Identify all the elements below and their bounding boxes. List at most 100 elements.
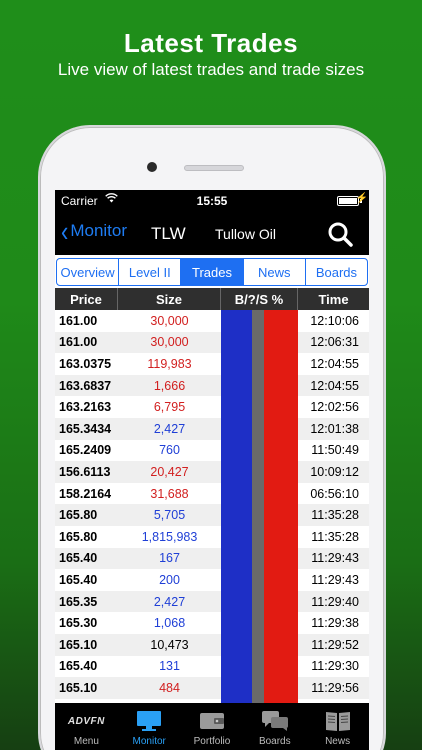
table-row[interactable]: 165.40 167 11:29:43	[55, 547, 369, 570]
table-row[interactable]: 165.10 10,473 11:29:52	[55, 633, 369, 656]
trades-table: 161.00 30,000 12:10:06 161.00 30,000 12:06:31…	[55, 310, 369, 705]
time-cell: 11:35:28	[311, 529, 359, 544]
size-cell: 1,666	[153, 378, 186, 393]
tabbar-news[interactable]: News	[306, 703, 369, 750]
price-cell: 163.6837	[59, 378, 112, 393]
newspaper-icon	[325, 712, 350, 731]
bottom-tab-bar: ADVFN Menu Monitor Portfolio Boards News	[55, 703, 369, 750]
promo-subtitle: Live view of latest trades and trade siz…	[57, 60, 365, 79]
size-cell: 31,688	[150, 486, 189, 501]
time-cell: 12:04:55	[310, 356, 359, 371]
time-cell: 10:09:12	[310, 464, 359, 479]
speaker-grille	[184, 165, 244, 171]
tab-boards[interactable]: Boards	[306, 259, 367, 285]
size-cell: 484	[159, 680, 180, 695]
advfn-logo-icon: ADVFN	[67, 715, 105, 727]
header-bs-percent[interactable]: B/?/S %	[221, 288, 298, 310]
table-row[interactable]: 165.40 200 11:29:43	[55, 569, 369, 591]
table-row[interactable]: 165.3434 2,427 12:01:38	[55, 417, 369, 440]
time-cell: 11:29:52	[311, 637, 359, 652]
size-cell: 30,000	[150, 335, 189, 350]
buy-percent-bar	[221, 310, 252, 705]
table-row[interactable]: 165.35 2,427 11:29:40	[55, 590, 369, 613]
price-cell: 165.40	[59, 551, 98, 566]
table-row[interactable]: 165.80 5,705 11:35:28	[55, 504, 369, 526]
tab-overview[interactable]: Overview	[57, 259, 120, 285]
tabbar-menu[interactable]: ADVFN Menu	[55, 703, 118, 750]
app-screen: Carrier 15:55 ⚡ ‹ Monitor TLW Tullow Oil …	[55, 190, 369, 750]
table-row[interactable]: 158.2164 31,688 06:56:10	[55, 483, 369, 505]
back-button[interactable]: ‹ Monitor	[61, 214, 127, 248]
time-cell: 12:04:55	[310, 378, 359, 393]
price-cell: 156.6113	[59, 464, 111, 479]
time-cell: 11:29:43	[311, 551, 359, 566]
table-row[interactable]: 165.10 484 11:29:56	[55, 677, 369, 699]
tabbar-portfolio[interactable]: Portfolio	[181, 703, 244, 750]
table-row[interactable]: 165.2409 760 11:50:49	[55, 440, 369, 462]
table-header: Price Size B/?/S % Time	[55, 288, 369, 310]
tab-level-ii[interactable]: Level II	[119, 259, 182, 285]
price-cell: 165.2409	[59, 443, 112, 458]
chat-bubbles-icon	[261, 711, 288, 731]
unknown-percent-bar	[251, 310, 265, 705]
price-cell: 165.35	[59, 594, 98, 609]
price-cell: 165.80	[59, 508, 98, 523]
price-cell: 165.40	[59, 572, 98, 587]
table-row[interactable]: 165.40 131 11:29:30	[55, 656, 369, 678]
table-row[interactable]: 156.6113 20,427 10:09:12	[55, 461, 369, 483]
tabbar-boards[interactable]: Boards	[243, 703, 306, 750]
size-cell: 1,068	[153, 616, 186, 631]
price-cell: 161.00	[59, 335, 98, 350]
time-cell: 11:35:28	[311, 508, 359, 523]
header-size[interactable]: Size	[118, 288, 221, 310]
bs-percent-bar	[221, 310, 298, 705]
segment-tabs: Overview Level II Trades News Boards	[56, 258, 368, 286]
charging-icon: ⚡	[355, 193, 368, 204]
status-bar: Carrier 15:55 ⚡	[55, 190, 369, 212]
camera-icon	[147, 162, 157, 172]
size-cell: 131	[159, 659, 180, 674]
status-time: 15:55	[196, 194, 228, 208]
time-cell: 12:06:31	[310, 335, 359, 350]
table-row[interactable]: 163.2163 6,795 12:02:56	[55, 396, 369, 418]
time-cell: 12:01:38	[310, 421, 359, 436]
tab-news[interactable]: News	[244, 259, 306, 285]
table-row[interactable]: 161.00 30,000 12:06:31	[55, 331, 369, 354]
header-time[interactable]: Time	[298, 288, 369, 310]
header-price[interactable]: Price	[55, 288, 118, 310]
table-row[interactable]: 165.30 1,068 11:29:38	[55, 612, 369, 634]
price-cell: 158.2164	[59, 486, 112, 501]
time-cell: 11:29:40	[311, 594, 359, 609]
table-row[interactable]: 163.0375 119,983 12:04:55	[55, 353, 369, 375]
tab-trades[interactable]: Trades	[181, 259, 244, 285]
table-row[interactable]: 163.6837 1,666 12:04:55	[55, 374, 369, 397]
time-cell: 12:10:06	[310, 313, 359, 328]
time-cell: 11:50:49	[311, 443, 359, 458]
promo-title: Latest Trades	[123, 28, 299, 58]
time-cell: 11:29:56	[311, 680, 359, 695]
search-icon[interactable]	[327, 221, 353, 247]
price-cell: 165.80	[59, 529, 98, 544]
time-cell: 11:29:43	[311, 572, 359, 587]
wallet-icon	[199, 713, 224, 729]
price-cell: 163.0375	[59, 356, 112, 371]
time-cell: 11:29:30	[311, 659, 359, 674]
price-cell: 165.10	[59, 637, 98, 652]
company-name: Tullow Oil	[215, 226, 276, 242]
size-cell: 2,427	[153, 421, 186, 436]
size-cell: 167	[159, 551, 180, 566]
price-cell: 165.30	[59, 616, 98, 631]
table-row[interactable]: 165.80 1,815,983 11:35:28	[55, 526, 369, 548]
size-cell: 5,705	[153, 508, 186, 523]
price-cell: 165.3434	[59, 421, 112, 436]
table-row[interactable]: 161.00 30,000 12:10:06	[55, 310, 369, 332]
price-cell: 165.40	[59, 659, 98, 674]
chevron-left-icon: ‹	[61, 214, 69, 248]
time-cell: 12:02:56	[310, 400, 359, 415]
size-cell: 119,983	[147, 356, 192, 371]
tabbar-monitor[interactable]: Monitor	[118, 703, 181, 750]
sell-percent-bar	[264, 310, 298, 705]
monitor-icon	[137, 711, 162, 731]
price-cell: 161.00	[59, 313, 98, 328]
size-cell: 1,815,983	[141, 529, 198, 544]
